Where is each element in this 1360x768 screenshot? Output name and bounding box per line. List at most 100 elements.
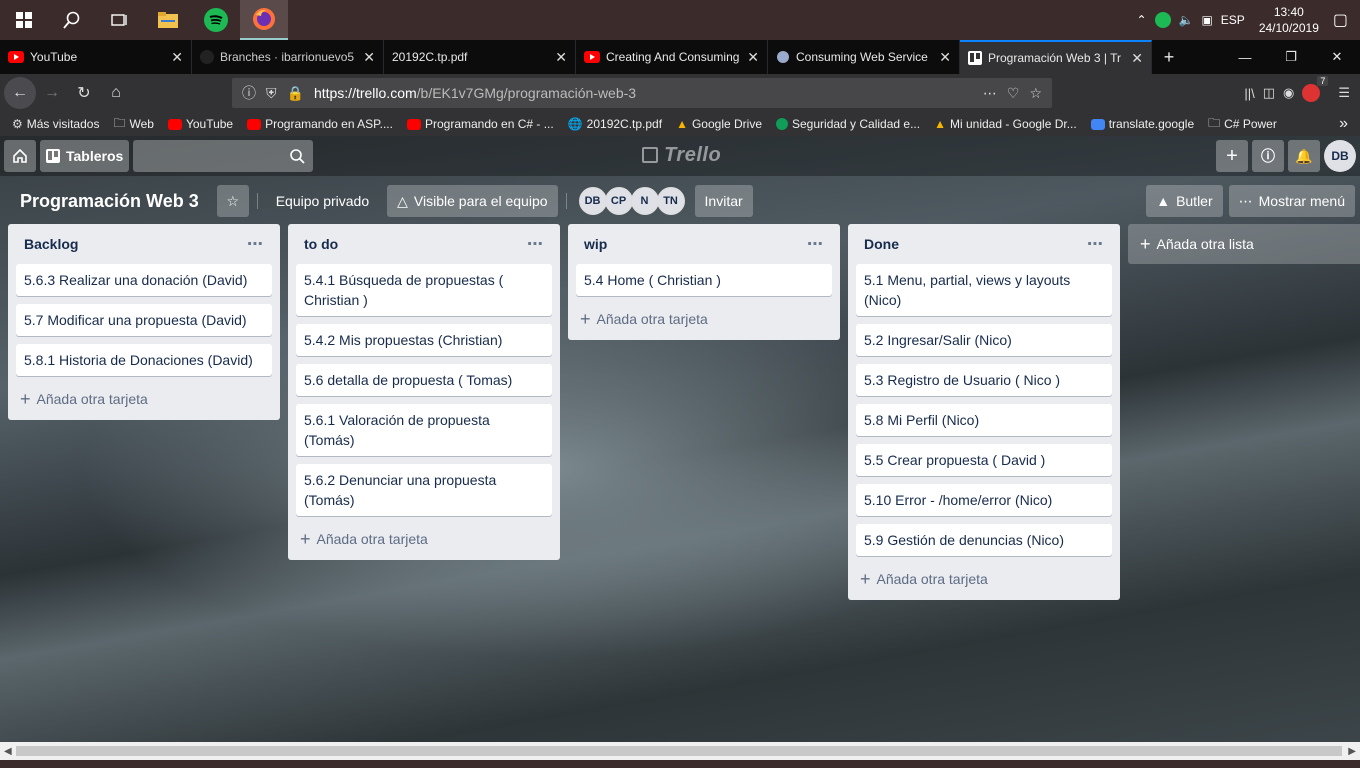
team-button[interactable]: Equipo privado (266, 185, 379, 217)
library-icon[interactable]: ||\ (1244, 86, 1254, 101)
search-icon[interactable] (48, 0, 96, 40)
tab-trello[interactable]: Programación Web 3 | Tr ✕ (960, 40, 1152, 74)
bookmark-item[interactable]: 🗀 Web (113, 114, 153, 135)
tab-creating-consuming[interactable]: Creating And Consuming ✕ (576, 40, 768, 74)
page-actions-icon[interactable]: ⋯ (983, 85, 997, 102)
list-card[interactable]: 5.6.3 Realizar una donación (David) (16, 264, 272, 296)
windows-start-icon[interactable] (0, 0, 48, 40)
bookmark-item[interactable]: ▲ Mi unidad - Google Dr... (934, 117, 1077, 131)
list-menu-icon[interactable]: ⋯ (247, 234, 264, 254)
tab-branches[interactable]: Branches · ibarrionuevo5 ✕ (192, 40, 384, 74)
bookmark-item[interactable]: ⚙ Más visitados (12, 117, 99, 131)
bookmark-item[interactable]: Programando en C# - ... (406, 117, 554, 131)
file-explorer-icon[interactable] (144, 0, 192, 40)
list-card[interactable]: 5.1 Menu, partial, views y layouts (Nico… (856, 264, 1112, 316)
list-card[interactable]: 5.3 Registro de Usuario ( Nico ) (856, 364, 1112, 396)
task-view-icon[interactable] (96, 0, 144, 40)
tab-pdf[interactable]: 20192C.tp.pdf ✕ (384, 40, 576, 74)
scroll-right-icon[interactable]: ▶ (1348, 746, 1356, 757)
list-card[interactable]: 5.8 Mi Perfil (Nico) (856, 404, 1112, 436)
list-card[interactable]: 5.6.1 Valoración de propuesta (Tomás) (296, 404, 552, 456)
board-title[interactable]: Programación Web 3 (10, 191, 209, 212)
list-card[interactable]: 5.10 Error - /home/error (Nico) (856, 484, 1112, 516)
list-card[interactable]: 5.2 Ingresar/Salir (Nico) (856, 324, 1112, 356)
spotify-icon[interactable] (192, 0, 240, 40)
list-menu-icon[interactable]: ⋯ (807, 234, 824, 254)
member-avatar[interactable]: DB (578, 187, 607, 215)
back-button[interactable]: ← (4, 77, 36, 109)
list-done[interactable]: Done ⋯ 5.1 Menu, partial, views y layout… (848, 224, 1120, 600)
visibility-button[interactable]: △ Visible para el equipo (387, 185, 558, 217)
tracking-shield-icon[interactable]: ⛨ (266, 85, 277, 102)
notifications-icon[interactable]: ▢ (1333, 10, 1348, 30)
list-title[interactable]: Done (864, 236, 899, 252)
add-card-button[interactable]: + Añada otra tarjeta (576, 304, 832, 334)
add-list-button[interactable]: + Añada otra lista (1128, 224, 1360, 264)
language-indicator[interactable]: ESP (1221, 13, 1245, 27)
horizontal-scrollbar[interactable]: ◀ ▶ (0, 742, 1360, 760)
adblock-icon[interactable]: 7 (1302, 76, 1329, 102)
tab-youtube[interactable]: YouTube ✕ (0, 40, 192, 74)
boards-button[interactable]: Tableros (40, 140, 130, 172)
list-card[interactable]: 5.5 Crear propuesta ( David ) (856, 444, 1112, 476)
list-title[interactable]: wip (584, 236, 607, 252)
list-title[interactable]: Backlog (24, 236, 78, 252)
add-card-button[interactable]: + Añada otra tarjeta (856, 564, 1112, 594)
scroll-left-icon[interactable]: ◀ (4, 746, 12, 757)
list-card[interactable]: 5.4 Home ( Christian ) (576, 264, 832, 296)
home-button[interactable] (4, 140, 36, 172)
bookmark-item[interactable]: Programando en ASP.... (247, 117, 393, 131)
star-board-button[interactable]: ☆ (216, 185, 249, 217)
list-card[interactable]: 5.4.2 Mis propuestas (Christian) (296, 324, 552, 356)
minimize-button[interactable]: — (1222, 40, 1268, 74)
scrollbar-thumb[interactable] (16, 746, 1342, 756)
account-icon[interactable]: ◉ (1283, 85, 1294, 101)
list-card[interactable]: 5.6 detalla de propuesta ( Tomas) (296, 364, 552, 396)
bookmark-star-icon[interactable]: ☆ (1029, 85, 1042, 102)
add-card-button[interactable]: + Añada otra tarjeta (296, 524, 552, 554)
search-input[interactable] (133, 140, 314, 172)
list-wip[interactable]: wip ⋯ 5.4 Home ( Christian ) + Añada otr… (568, 224, 840, 340)
clock[interactable]: 13:40 24/10/2019 (1253, 4, 1325, 36)
info-button[interactable]: ⓘ (1252, 140, 1284, 172)
new-tab-button[interactable]: + (1152, 40, 1186, 74)
restore-button[interactable]: ❐ (1268, 40, 1314, 74)
home-button[interactable]: ⌂ (100, 77, 132, 109)
close-icon[interactable]: ✕ (555, 49, 567, 66)
sidebar-icon[interactable]: ◫ (1263, 85, 1275, 101)
list-card[interactable]: 5.6.2 Denunciar una propuesta (Tomás) (296, 464, 552, 516)
bookmark-item[interactable]: Seguridad y Calidad e... (776, 117, 920, 131)
list-card[interactable]: 5.4.1 Búsqueda de propuestas ( Christian… (296, 264, 552, 316)
volume-icon[interactable]: 🔈 (1179, 13, 1194, 27)
list-menu-icon[interactable]: ⋯ (1087, 234, 1104, 254)
info-icon[interactable]: ⓘ (242, 83, 256, 103)
bookmark-item[interactable]: translate.google (1090, 117, 1194, 131)
bookmark-item[interactable]: 🌐 20192C.tp.pdf (568, 117, 662, 131)
bookmark-item[interactable]: 🗀 C# Power (1208, 114, 1277, 135)
list-card[interactable]: 5.8.1 Historia de Donaciones (David) (16, 344, 272, 376)
firefox-icon[interactable] (240, 0, 288, 40)
list-title[interactable]: to do (304, 236, 338, 252)
member-avatar[interactable]: TN (656, 187, 685, 215)
pocket-icon[interactable]: ♡ (1007, 85, 1020, 102)
network-icon[interactable]: ▣ (1201, 13, 1212, 27)
butler-button[interactable]: ▲ Butler (1146, 185, 1223, 217)
notifications-bell-icon[interactable]: 🔔 (1288, 140, 1320, 172)
trello-logo[interactable]: Trello (642, 144, 721, 167)
address-bar[interactable]: ⓘ ⛨ 🔒 https://trello.com/b/EK1v7GMg/prog… (232, 78, 1052, 108)
url-text[interactable]: https://trello.com/b/EK1v7GMg/programaci… (314, 85, 973, 101)
close-icon[interactable]: ✕ (1131, 50, 1143, 67)
member-avatar[interactable]: N (630, 187, 659, 215)
bookmark-item[interactable]: ▲ Google Drive (676, 117, 762, 131)
show-menu-button[interactable]: ⋯ Mostrar menú (1228, 185, 1355, 217)
spotify-tray-icon[interactable] (1154, 12, 1171, 28)
close-icon[interactable]: ✕ (363, 49, 375, 66)
hamburger-menu-icon[interactable]: ☰ (1338, 85, 1350, 101)
list-to-do[interactable]: to do ⋯ 5.4.1 Búsqueda de propuestas ( C… (288, 224, 560, 560)
invite-button[interactable]: Invitar (694, 185, 753, 217)
member-avatar[interactable]: CP (604, 187, 633, 215)
forward-button[interactable]: → (36, 77, 68, 109)
close-icon[interactable]: ✕ (939, 49, 951, 66)
list-card[interactable]: 5.9 Gestión de denuncias (Nico) (856, 524, 1112, 556)
add-card-button[interactable]: + Añada otra tarjeta (16, 384, 272, 414)
